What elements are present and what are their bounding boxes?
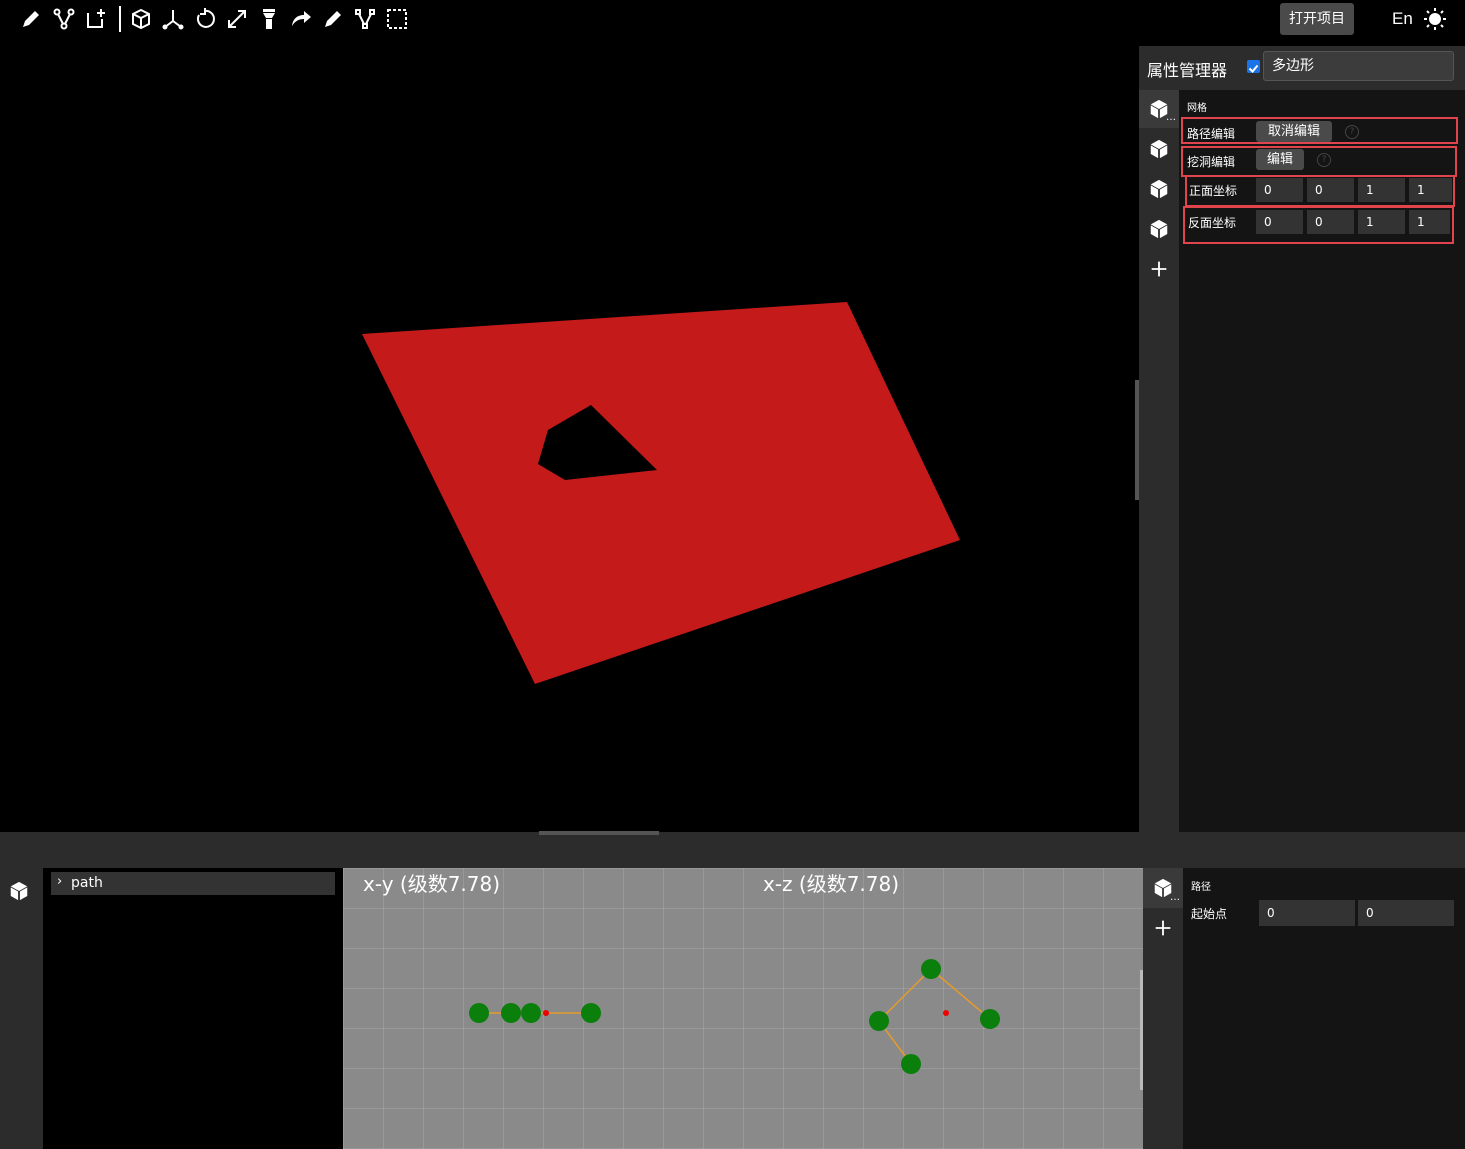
redo-arrow-icon[interactable]	[289, 7, 313, 31]
open-project-button[interactable]: 打开项目	[1280, 3, 1354, 35]
flashlight-icon[interactable]	[257, 7, 281, 31]
cube-icon[interactable]	[8, 880, 30, 902]
path-node	[901, 1054, 921, 1074]
front-coord-input-2[interactable]: 0	[1307, 178, 1354, 202]
bottom-right-sidebar	[1143, 868, 1183, 1149]
hole-edit-label: 挖洞编辑	[1187, 155, 1236, 169]
edit-button[interactable]: 编辑	[1256, 149, 1304, 170]
path-nodes-canvas[interactable]	[343, 868, 1143, 1149]
back-coord-input-1[interactable]: 0	[1256, 210, 1303, 234]
toolbar: 打开项目 En	[0, 0, 1465, 40]
polygon-mesh	[362, 302, 960, 684]
back-coord-input-4[interactable]: 1	[1409, 210, 1450, 234]
pencil-icon[interactable]	[19, 7, 43, 31]
center-point	[943, 1010, 949, 1016]
rotate-icon[interactable]	[193, 7, 217, 31]
bottom-panel-header	[0, 832, 1465, 868]
start-point-input-y[interactable]: 0	[1358, 900, 1454, 926]
property-manager-title: 属性管理器	[1147, 61, 1228, 80]
path-node	[581, 1003, 601, 1023]
back-coord-input-3[interactable]: 1	[1358, 210, 1405, 234]
pencil-icon[interactable]	[321, 7, 345, 31]
help-icon[interactable]: ?	[1345, 125, 1359, 139]
selection-box-icon[interactable]	[385, 7, 409, 31]
bottom-left-sidebar	[0, 868, 43, 1149]
path-node	[469, 1003, 489, 1023]
back-coord-input-2[interactable]: 0	[1307, 210, 1354, 234]
center-point	[543, 1010, 549, 1016]
path-node	[521, 1003, 541, 1023]
axes-icon[interactable]	[161, 7, 185, 31]
path-node	[921, 959, 941, 979]
back-coords-label: 反面坐标	[1188, 216, 1237, 230]
path-section-label: 路径	[1191, 882, 1211, 893]
front-coord-input-3[interactable]: 1	[1358, 178, 1405, 202]
scale-icon[interactable]	[225, 7, 249, 31]
object-name-input[interactable]: 多边形	[1263, 51, 1454, 81]
more-dots-icon: …	[1170, 892, 1180, 903]
start-point-input-x[interactable]: 0	[1259, 900, 1355, 926]
cube-icon[interactable]	[129, 7, 153, 31]
tree-item-label: path	[71, 875, 103, 891]
language-toggle[interactable]: En	[1392, 9, 1413, 29]
cube-icon[interactable]	[1148, 218, 1172, 242]
cancel-edit-button[interactable]: 取消编辑	[1256, 121, 1332, 142]
path-node	[980, 1009, 1000, 1029]
path-node	[869, 1011, 889, 1031]
cube-icon[interactable]	[1148, 178, 1172, 202]
path-edit-label: 路径编辑	[1187, 127, 1236, 141]
plus-icon[interactable]	[1152, 917, 1174, 939]
path-edit-icon[interactable]	[52, 7, 76, 31]
enabled-checkbox[interactable]	[1247, 60, 1260, 73]
path-node-icon[interactable]	[353, 7, 377, 31]
path-node	[501, 1003, 521, 1023]
cube-icon[interactable]	[1148, 138, 1172, 162]
front-coord-input-1[interactable]: 0	[1256, 178, 1303, 202]
chevron-right-icon: ›	[57, 874, 63, 889]
start-point-label: 起始点	[1191, 907, 1228, 921]
tree-item-path[interactable]: › path	[51, 872, 335, 895]
polygon-render	[362, 302, 960, 684]
plus-icon[interactable]	[1148, 258, 1172, 282]
more-dots-icon: …	[1166, 112, 1176, 123]
tree-panel	[43, 868, 343, 1149]
toolbar-divider	[119, 6, 121, 32]
front-coord-input-4[interactable]: 1	[1409, 178, 1452, 202]
help-icon[interactable]: ?	[1317, 153, 1331, 167]
section-label: 网格	[1187, 103, 1207, 114]
add-shape-icon[interactable]	[84, 7, 108, 31]
front-coords-label: 正面坐标	[1189, 184, 1238, 198]
3d-viewport[interactable]	[0, 40, 1139, 832]
sun-icon[interactable]	[1423, 7, 1447, 31]
horizontal-splitter[interactable]	[539, 831, 659, 835]
